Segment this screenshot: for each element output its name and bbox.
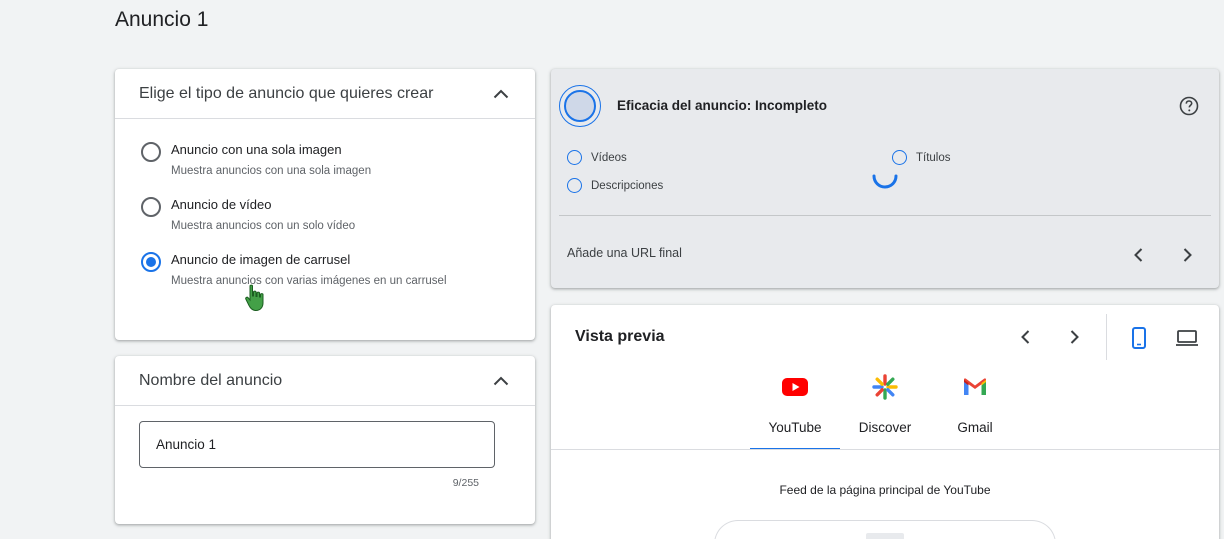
chevron-left-icon[interactable]: [1016, 327, 1036, 347]
laptop-icon: [1176, 330, 1198, 346]
ad-type-title: Elige el tipo de anuncio que quieres cre…: [139, 84, 434, 102]
help-icon[interactable]: [1179, 96, 1199, 116]
option-description: Muestra anuncios con un solo vídeo: [171, 220, 356, 232]
ad-name-card: Nombre del anuncio Anuncio 1 9/255: [115, 356, 535, 524]
preview-tabs: YouTube Discover Gmail: [750, 370, 1020, 450]
status-circle-icon: [567, 178, 582, 193]
chevron-up-icon[interactable]: [491, 84, 511, 104]
desktop-device-button[interactable]: [1174, 325, 1200, 351]
ad-type-card: Elige el tipo de anuncio que quieres cre…: [115, 69, 535, 340]
chevron-left-icon[interactable]: [1129, 245, 1149, 265]
effectiveness-ring-icon: [559, 85, 601, 127]
option-label: Anuncio de vídeo: [171, 197, 272, 212]
char-counter: 9/255: [452, 477, 479, 489]
ad-effectiveness-card: Eficacia del anuncio: Incompleto Vídeos …: [551, 69, 1219, 288]
divider: [1106, 314, 1107, 360]
radio-video[interactable]: [141, 197, 161, 217]
radio-carousel[interactable]: [141, 252, 161, 272]
tab-label: Discover: [858, 420, 912, 435]
option-description: Muestra anuncios con una sola imagen: [171, 165, 372, 177]
page-title: Anuncio 1: [115, 8, 209, 31]
status-circle-icon: [892, 150, 907, 165]
tab-youtube[interactable]: YouTube: [750, 370, 840, 450]
chevron-right-icon[interactable]: [1064, 327, 1084, 347]
option-carousel[interactable]: Anuncio de imagen de carrusel Muestra an…: [141, 251, 535, 288]
preview-card: Vista previa YouTube Discover Gmail Feed…: [551, 305, 1219, 539]
effectiveness-title: Eficacia del anuncio: Incompleto: [617, 98, 828, 113]
option-description: Muestra anuncios con varias imágenes en …: [171, 275, 447, 287]
item-label: Descripciones: [591, 179, 664, 192]
gmail-icon: [963, 372, 987, 402]
hand-cursor-icon: [245, 284, 264, 312]
mobile-device-button[interactable]: [1126, 325, 1152, 351]
youtube-icon: [782, 372, 808, 402]
smartphone-icon: [1132, 327, 1146, 349]
option-label: Anuncio de imagen de carrusel: [171, 252, 351, 267]
option-single-image[interactable]: Anuncio con una sola imagen Muestra anun…: [141, 141, 535, 178]
feed-label: Feed de la página principal de YouTube: [779, 483, 991, 497]
effectiveness-item-videos: Vídeos: [567, 150, 627, 165]
effectiveness-item-descriptions: Descripciones: [567, 178, 663, 193]
tab-label: YouTube: [768, 420, 822, 435]
url-hint: Añade una URL final: [567, 246, 682, 260]
divider: [551, 449, 1219, 450]
option-label: Anuncio con una sola imagen: [171, 142, 342, 157]
status-circle-icon: [567, 150, 582, 165]
ad-name-input[interactable]: Anuncio 1: [139, 421, 495, 468]
radio-single-image[interactable]: [141, 142, 161, 162]
ad-name-header[interactable]: Nombre del anuncio: [115, 356, 535, 406]
loading-spinner-icon: [872, 174, 898, 189]
option-video[interactable]: Anuncio de vídeo Muestra anuncios con un…: [141, 196, 535, 233]
ad-name-title: Nombre del anuncio: [139, 371, 283, 389]
tab-label: Gmail: [957, 420, 993, 435]
chevron-up-icon[interactable]: [491, 371, 511, 391]
phone-notch: [866, 533, 904, 539]
item-label: Vídeos: [591, 151, 627, 164]
tab-gmail[interactable]: Gmail: [930, 370, 1020, 450]
divider: [559, 215, 1211, 216]
discover-icon: [872, 372, 898, 402]
effectiveness-item-titles: Títulos: [892, 150, 951, 165]
tab-discover[interactable]: Discover: [840, 370, 930, 450]
ad-type-header[interactable]: Elige el tipo de anuncio que quieres cre…: [115, 69, 535, 119]
item-label: Títulos: [916, 151, 951, 164]
preview-title: Vista previa: [575, 328, 665, 345]
chevron-right-icon[interactable]: [1177, 245, 1197, 265]
